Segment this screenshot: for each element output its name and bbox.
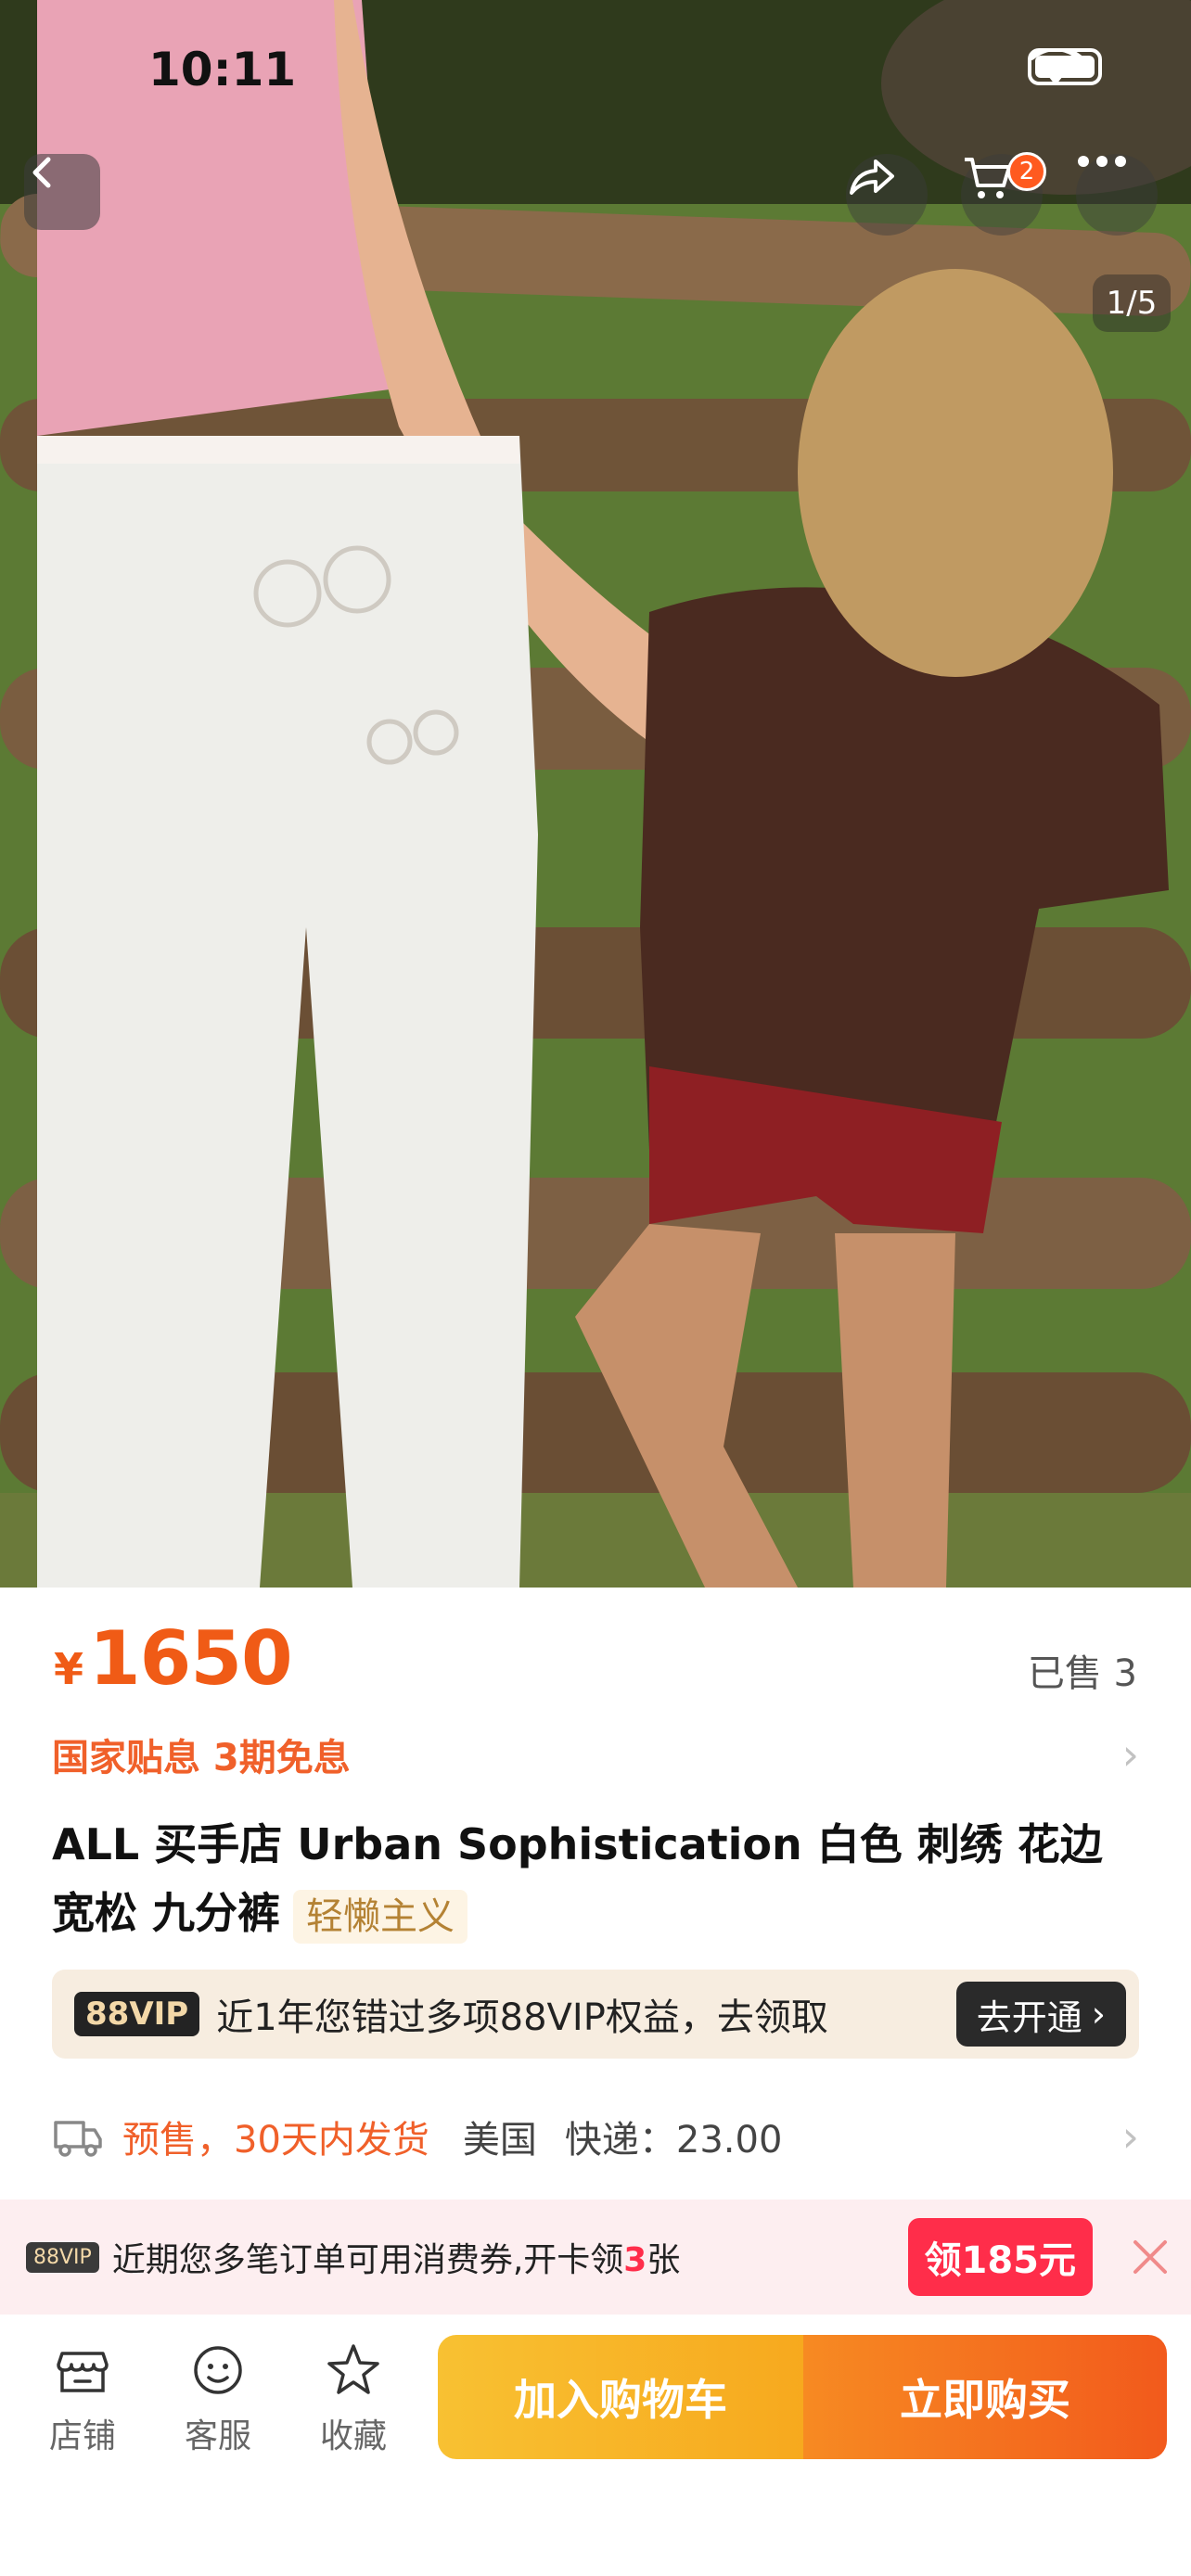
favorite-button[interactable]: 收藏 bbox=[302, 2340, 404, 2457]
sold-count: 已售 3 bbox=[1027, 1652, 1137, 1695]
subsidy-text: 国家贴息 3期免息 bbox=[52, 1737, 351, 1779]
coupon-text-before: 近期您多笔订单可用消费券,开卡领 bbox=[111, 2241, 624, 2279]
back-button[interactable] bbox=[24, 154, 100, 230]
product-detail-page: 10:11 2 1/5 ¥ 1650 已售 3 国家贴息 3期免息 › ALL … bbox=[0, 0, 1191, 2576]
product-photo bbox=[0, 0, 1191, 1588]
chevron-left-icon bbox=[32, 157, 51, 188]
customer-service-button[interactable]: 客服 bbox=[167, 2340, 269, 2457]
chevron-right-icon: › bbox=[1091, 1994, 1106, 2034]
purchase-buttons: 加入购物车 立即购买 bbox=[438, 2335, 1167, 2459]
vip-benefits-banner[interactable]: 88VIP 近1年您错过多项88VIP权益，去领取 去开通 › bbox=[52, 1970, 1139, 2059]
vip-open-button[interactable]: 去开通 › bbox=[955, 1982, 1126, 2047]
share-button[interactable] bbox=[846, 154, 928, 236]
vip-logo-small: 88VIP bbox=[26, 2241, 99, 2273]
status-bar: 10:11 bbox=[0, 0, 1191, 139]
bottom-action-bar: 店铺 客服 收藏 加入购物车 立即购买 bbox=[0, 2315, 1191, 2576]
shopping-cart-icon bbox=[965, 158, 1011, 198]
product-title-text: ALL 买手店 Urban Sophistication 白色 刺绣 花边 宽松… bbox=[52, 1819, 1103, 1938]
coupon-count: 3 bbox=[623, 2241, 647, 2279]
more-dots-icon bbox=[1078, 156, 1126, 167]
chevron-right-icon: › bbox=[1121, 2111, 1139, 2162]
chevron-right-icon: › bbox=[1121, 1729, 1139, 1779]
top-actions: 2 bbox=[846, 152, 1158, 236]
vip-open-label: 去开通 bbox=[976, 1996, 1082, 2038]
style-tag[interactable]: 轻懒主义 bbox=[293, 1889, 468, 1944]
product-info: ¥ 1650 已售 3 国家贴息 3期免息 › ALL 买手店 Urban So… bbox=[0, 1588, 1191, 2200]
coupon-strip[interactable]: 88VIP 近期您多笔订单可用消费券,开卡领3张 领185元 bbox=[0, 2200, 1191, 2315]
delivery-truck-icon bbox=[54, 2121, 102, 2157]
image-counter: 1/5 bbox=[1093, 274, 1171, 332]
more-button[interactable] bbox=[1076, 154, 1158, 236]
add-to-cart-button[interactable]: 加入购物车 bbox=[438, 2335, 803, 2459]
buy-now-button[interactable]: 立即购买 bbox=[803, 2335, 1167, 2459]
customer-service-label: 客服 bbox=[184, 2417, 251, 2455]
battery-icon bbox=[1028, 48, 1102, 85]
star-icon bbox=[327, 2344, 379, 2394]
shipping-fee: 快递：23.00 bbox=[564, 2119, 783, 2162]
installment-subsidy-row[interactable]: 国家贴息 3期免息 › bbox=[52, 1725, 1139, 1784]
claim-coupon-button[interactable]: 领185元 bbox=[907, 2218, 1093, 2296]
status-time: 10:11 bbox=[148, 43, 297, 96]
store-button[interactable]: 店铺 bbox=[32, 2340, 134, 2457]
customer-service-icon bbox=[194, 2346, 242, 2394]
price: ¥ 1650 bbox=[54, 1615, 293, 1702]
store-label: 店铺 bbox=[48, 2417, 116, 2455]
share-icon bbox=[850, 159, 894, 195]
store-icon bbox=[57, 2352, 109, 2392]
cart-count-badge: 2 bbox=[1007, 152, 1046, 191]
cart-button[interactable]: 2 bbox=[961, 152, 1046, 236]
coupon-text: 近期您多笔订单可用消费券,开卡领3张 bbox=[112, 2233, 908, 2281]
ship-origin: 美国 bbox=[462, 2119, 537, 2162]
price-value: 1650 bbox=[89, 1615, 293, 1702]
product-image-gallery[interactable]: 10:11 2 1/5 bbox=[0, 0, 1191, 1588]
presale-text: 预售，30天内发货 bbox=[122, 2119, 429, 2162]
close-icon[interactable] bbox=[1130, 2237, 1171, 2277]
currency-symbol: ¥ bbox=[54, 1644, 84, 1694]
coupon-text-after: 张 bbox=[647, 2241, 681, 2279]
vip-banner-text: 近1年您错过多项88VIP权益，去领取 bbox=[216, 1996, 828, 2039]
status-icons bbox=[1028, 48, 1102, 85]
favorite-label: 收藏 bbox=[319, 2417, 387, 2455]
product-title: ALL 买手店 Urban Sophistication 白色 刺绣 花边 宽松… bbox=[52, 1810, 1146, 1947]
vip-logo: 88VIP bbox=[74, 1992, 200, 2036]
shipping-row[interactable]: 预售，30天内发货 美国 快递：23.00 › bbox=[52, 2103, 1139, 2170]
